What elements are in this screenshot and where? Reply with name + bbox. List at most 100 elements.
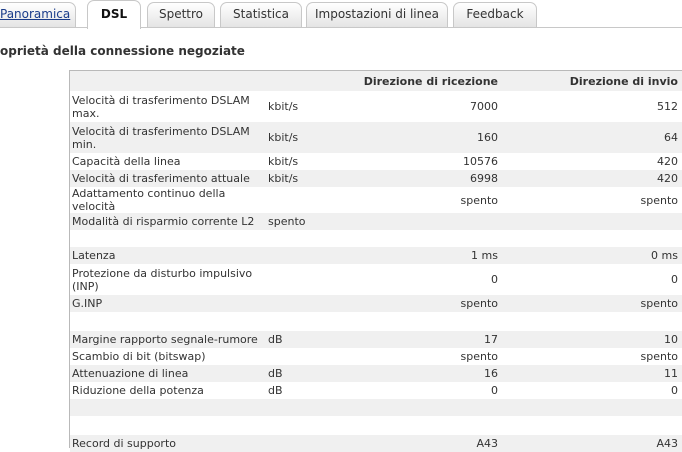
row-label xyxy=(70,312,266,331)
table-row: Scambio di bit (bitswap) spento spento xyxy=(70,348,682,365)
table-row: Capacità della linea kbit/s 10576 420 xyxy=(70,153,682,170)
row-unit: dB xyxy=(266,331,358,348)
tab-panoramica[interactable]: Panoramica xyxy=(0,2,76,27)
row-label: Capacità della linea xyxy=(70,153,266,170)
row-unit xyxy=(266,399,358,416)
tab-spettro[interactable]: Spettro xyxy=(147,2,215,27)
row-downstream: 6998 xyxy=(358,170,502,187)
row-label: Velocità di trasferimento attuale xyxy=(70,170,266,187)
row-upstream xyxy=(502,213,682,230)
table-row: Modalità di risparmio corrente L2 spento xyxy=(70,213,682,230)
row-unit xyxy=(266,348,358,365)
row-downstream: 0 xyxy=(358,264,502,295)
tab-label: Panoramica xyxy=(0,7,71,21)
row-upstream xyxy=(502,399,682,416)
row-label: Record di supporto xyxy=(70,435,266,452)
row-downstream: 17 xyxy=(358,331,502,348)
row-downstream: A43 xyxy=(358,435,502,452)
row-label: Latenza xyxy=(70,247,266,264)
row-downstream xyxy=(358,312,502,331)
row-upstream: 10 xyxy=(502,331,682,348)
tab-label: DSL xyxy=(100,7,128,21)
row-upstream: 420 xyxy=(502,153,682,170)
header-unit xyxy=(266,71,358,91)
row-label: Scambio di bit (bitswap) xyxy=(70,348,266,365)
row-unit: kbit/s xyxy=(266,153,358,170)
row-unit xyxy=(266,247,358,264)
row-upstream: 512 xyxy=(502,91,682,122)
row-label: Attenuazione di linea xyxy=(70,365,266,382)
row-unit: spento xyxy=(266,213,358,230)
row-downstream xyxy=(358,213,502,230)
row-unit xyxy=(266,416,358,435)
table-row: Velocità di trasferimento DSLAM max. kbit… xyxy=(70,91,682,122)
row-downstream: 0 xyxy=(358,382,502,399)
header-downstream: Direzione di ricezione xyxy=(358,71,502,91)
row-downstream xyxy=(358,416,502,435)
row-label: Protezione da disturbo impulsivo (INP) xyxy=(70,264,266,295)
row-upstream: 420 xyxy=(502,170,682,187)
row-downstream: spento xyxy=(358,295,502,312)
table-row: G.INP spento spento xyxy=(70,295,682,312)
row-downstream: spento xyxy=(358,348,502,365)
row-label: Margine rapporto segnale-rumore xyxy=(70,331,266,348)
tab-impostazioni-di-linea[interactable]: Impostazioni di linea xyxy=(306,2,448,27)
row-label xyxy=(70,399,266,416)
table-row-spacer xyxy=(70,312,682,331)
row-upstream: spento xyxy=(502,348,682,365)
table-row-spacer xyxy=(70,416,682,435)
page-title: oprietà della connessione negoziate xyxy=(0,44,245,58)
connection-properties-panel: Direzione di ricezione Direzione di invi… xyxy=(69,70,682,452)
tab-feedback[interactable]: Feedback xyxy=(453,2,537,27)
table-row-spacer xyxy=(70,399,682,416)
table-row: Velocità di trasferimento DSLAM min. kbit… xyxy=(70,122,682,153)
row-label: Modalità di risparmio corrente L2 xyxy=(70,213,266,230)
table-row: Attenuazione di linea dB 16 11 xyxy=(70,365,682,382)
row-upstream: 0 ms xyxy=(502,247,682,264)
row-label: Riduzione della potenza xyxy=(70,382,266,399)
row-unit xyxy=(266,435,358,452)
row-label: G.INP xyxy=(70,295,266,312)
tab-label: Impostazioni di linea xyxy=(314,7,439,21)
row-downstream: 10576 xyxy=(358,153,502,170)
table-header-row: Direzione di ricezione Direzione di invi… xyxy=(70,71,682,91)
row-unit: kbit/s xyxy=(266,170,358,187)
row-unit: kbit/s xyxy=(266,91,358,122)
row-upstream xyxy=(502,230,682,247)
row-unit xyxy=(266,230,358,247)
row-downstream xyxy=(358,230,502,247)
row-downstream: 160 xyxy=(358,122,502,153)
row-upstream xyxy=(502,312,682,331)
tab-dsl[interactable]: DSL xyxy=(87,0,141,29)
row-unit xyxy=(266,295,358,312)
row-upstream: spento xyxy=(502,187,682,213)
tab-statistica[interactable]: Statistica xyxy=(220,2,302,27)
row-label: Velocità di trasferimento DSLAM max. xyxy=(70,91,266,122)
row-label: Velocità di trasferimento DSLAM min. xyxy=(70,122,266,153)
row-downstream: 7000 xyxy=(358,91,502,122)
row-upstream xyxy=(502,416,682,435)
row-label xyxy=(70,416,266,435)
row-unit xyxy=(266,264,358,295)
table-row: Latenza 1 ms 0 ms xyxy=(70,247,682,264)
row-unit: dB xyxy=(266,382,358,399)
row-downstream xyxy=(358,399,502,416)
table-row: Velocità di trasferimento attuale kbit/s 6… xyxy=(70,170,682,187)
row-upstream: 0 xyxy=(502,264,682,295)
row-upstream: spento xyxy=(502,295,682,312)
row-upstream: 11 xyxy=(502,365,682,382)
row-upstream: 64 xyxy=(502,122,682,153)
table-row: Protezione da disturbo impulsivo (INP) 0 0 xyxy=(70,264,682,295)
row-unit: dB xyxy=(266,365,358,382)
table-row: Margine rapporto segnale-rumore dB 17 10 xyxy=(70,331,682,348)
tab-label: Statistica xyxy=(233,7,289,21)
header-label xyxy=(70,71,266,91)
row-unit: kbit/s xyxy=(266,122,358,153)
tab-label: Feedback xyxy=(466,7,524,21)
table-row: Riduzione della potenza dB 0 0 xyxy=(70,382,682,399)
table-row: Record di supporto A43 A43 xyxy=(70,435,682,452)
row-label: Adattamento continuo della velocità xyxy=(70,187,266,213)
row-downstream: spento xyxy=(358,187,502,213)
row-upstream: 0 xyxy=(502,382,682,399)
connection-properties-table: Direzione di ricezione Direzione di invi… xyxy=(70,71,682,452)
